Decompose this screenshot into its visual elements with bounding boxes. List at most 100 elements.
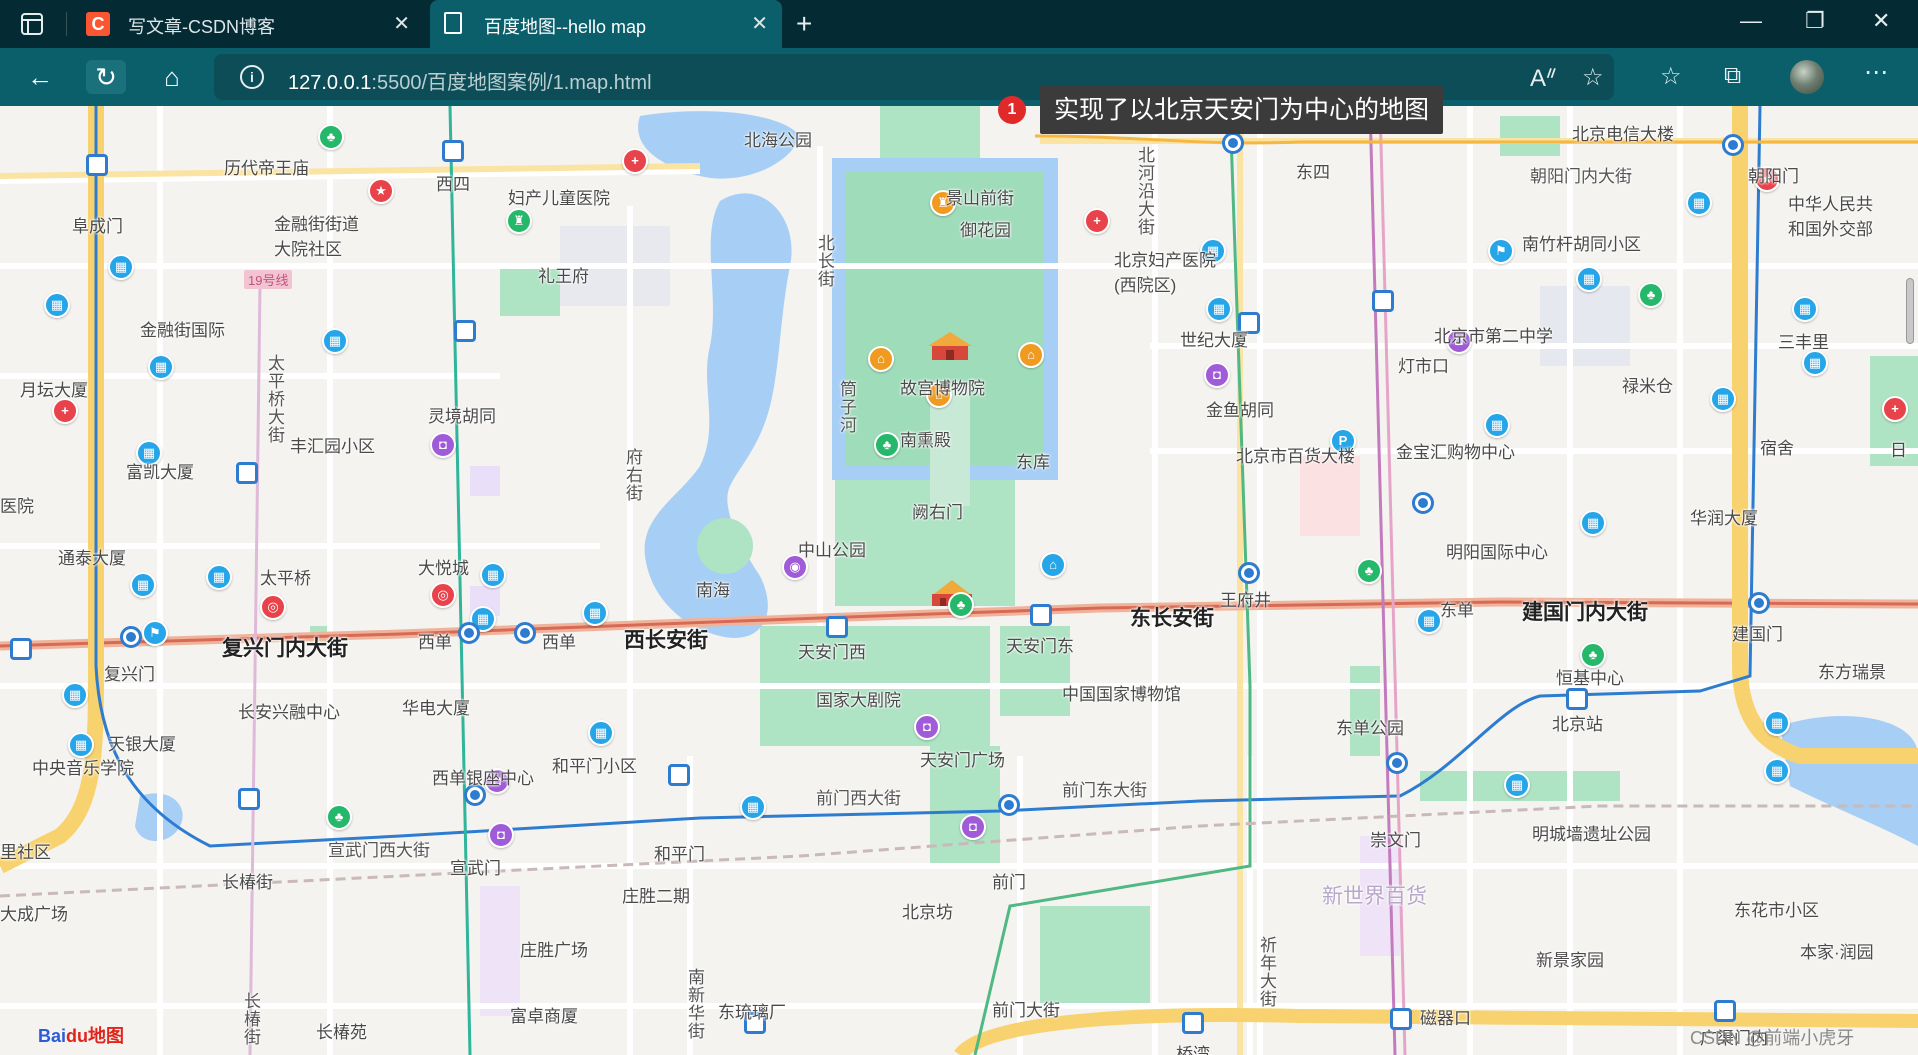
place-label: 新世界百货 (1322, 885, 1427, 908)
shopping-icon[interactable]: ◘ (1204, 362, 1230, 388)
avatar[interactable] (1790, 60, 1824, 94)
hospital-icon[interactable]: + (622, 148, 648, 174)
close-icon[interactable]: ✕ (751, 11, 768, 36)
subway-station-icon[interactable] (458, 622, 480, 644)
building-icon[interactable]: ▦ (62, 682, 88, 708)
url-text[interactable]: 127.0.0.1:5500/百度地图案例/1.map.html (288, 66, 652, 95)
subway-station-icon[interactable] (998, 794, 1020, 816)
building-icon[interactable]: ▦ (1416, 608, 1442, 634)
tab-csdn[interactable]: C 写文章-CSDN博客 ✕ (74, 0, 424, 48)
building-icon[interactable]: ▦ (480, 562, 506, 588)
subway-station-icon[interactable] (1722, 134, 1744, 156)
bus-stop-icon[interactable] (1182, 1012, 1204, 1034)
building-icon[interactable]: ▦ (108, 254, 134, 280)
building-icon[interactable]: ▦ (322, 328, 348, 354)
hospital-icon[interactable]: + (1882, 396, 1908, 422)
favorites-icon[interactable]: ☆ (1660, 62, 1682, 91)
building-icon[interactable]: ▦ (130, 572, 156, 598)
place-label: 南竹杆胡同小区 (1522, 235, 1641, 254)
minimize-icon[interactable]: — (1740, 8, 1762, 34)
building-icon[interactable]: ▦ (1686, 190, 1712, 216)
park-icon[interactable]: ♣ (326, 804, 352, 830)
place-label: 里社区 (0, 843, 51, 862)
close-icon[interactable]: ✕ (393, 11, 410, 36)
subway-station-icon[interactable] (1386, 752, 1408, 774)
school-icon[interactable]: ⚑ (1488, 238, 1514, 264)
park-icon[interactable]: ♣ (874, 432, 900, 458)
bus-stop-icon[interactable] (1030, 604, 1052, 626)
more-icon[interactable]: ⋯ (1864, 58, 1888, 87)
building-icon[interactable]: ▦ (1206, 296, 1232, 322)
building-icon[interactable]: ▦ (148, 354, 174, 380)
building-icon[interactable]: ▦ (206, 564, 232, 590)
map-zoom-handle[interactable] (1906, 278, 1914, 344)
target-icon[interactable]: ◎ (260, 594, 286, 620)
road-label: 太平桥大街 (265, 354, 284, 444)
bus-stop-icon[interactable] (236, 462, 258, 484)
building-icon[interactable]: ▦ (582, 600, 608, 626)
hospital-icon[interactable]: + (1084, 208, 1110, 234)
subway-station-icon[interactable] (1238, 562, 1260, 584)
bus-stop-icon[interactable] (1714, 1000, 1736, 1022)
bus-stop-icon[interactable] (1390, 1008, 1412, 1030)
building-icon[interactable]: ▦ (1504, 772, 1530, 798)
star-icon[interactable]: ★ (368, 178, 394, 204)
building-icon[interactable]: ▦ (1710, 386, 1736, 412)
close-window-icon[interactable]: ✕ (1872, 8, 1890, 34)
restore-icon[interactable]: ❐ (1805, 8, 1825, 34)
shopping-icon[interactable]: ◘ (914, 714, 940, 740)
bus-stop-icon[interactable] (10, 638, 32, 660)
back-icon[interactable]: ← (20, 60, 60, 94)
building-icon[interactable]: ▦ (1792, 296, 1818, 322)
add-favorite-icon[interactable]: ☆ (1582, 63, 1604, 92)
museum-icon[interactable]: ⌂ (868, 346, 894, 372)
building-icon[interactable]: ▦ (740, 794, 766, 820)
building-icon[interactable]: ▦ (1764, 710, 1790, 736)
building-icon[interactable]: ▦ (1580, 510, 1606, 536)
building-icon[interactable]: ▦ (44, 292, 70, 318)
shopping-icon[interactable]: ◘ (430, 432, 456, 458)
bus-stop-icon[interactable] (454, 320, 476, 342)
bus-stop-icon[interactable] (1566, 688, 1588, 710)
tab-actions-button[interactable] (14, 10, 50, 38)
hospital-icon[interactable]: + (52, 398, 78, 424)
shopping-icon[interactable]: ◘ (488, 822, 514, 848)
subway-station-icon[interactable] (120, 626, 142, 648)
refresh-icon[interactable]: ↻ (86, 60, 126, 94)
museum-icon[interactable]: ⌂ (1040, 552, 1066, 578)
bus-stop-icon[interactable] (668, 764, 690, 786)
map-canvas[interactable]: ♣ + ★ ♜ ♜ + ▦ ▦ ⚑ ▦ ♣ ▦ ★ ▦ ▦ ▦ ▦ + ▦ ◘ … (0, 106, 1918, 1055)
tab-hello-map[interactable]: 百度地图--hello map ✕ (430, 0, 782, 48)
bus-stop-icon[interactable] (826, 616, 848, 638)
target-icon[interactable]: ◎ (430, 582, 456, 608)
museum-icon[interactable]: ⌂ (1018, 342, 1044, 368)
building-icon[interactable]: ▦ (588, 720, 614, 746)
subway-station-icon[interactable] (1412, 492, 1434, 514)
shopping-icon[interactable]: ◘ (960, 814, 986, 840)
place-label: 天安门东 (1006, 637, 1074, 656)
park-icon[interactable]: ♣ (948, 592, 974, 618)
park-icon[interactable]: ♣ (1356, 558, 1382, 584)
park-icon[interactable]: ♣ (1638, 282, 1664, 308)
home-icon[interactable]: ⌂ (152, 60, 192, 94)
building-icon[interactable]: ▦ (1764, 758, 1790, 784)
school-icon[interactable]: ⚑ (142, 620, 168, 646)
subway-station-icon[interactable] (1748, 592, 1770, 614)
attraction-icon[interactable]: ♜ (506, 208, 532, 234)
baidu-map-logo[interactable]: Baidu地图 (38, 1022, 124, 1048)
bus-stop-icon[interactable] (442, 140, 464, 162)
bus-stop-icon[interactable] (86, 154, 108, 176)
collections-icon[interactable]: ⧉ (1724, 62, 1741, 90)
bus-stop-icon[interactable] (1372, 290, 1394, 312)
new-tab-icon[interactable]: + (796, 8, 812, 40)
building-icon[interactable]: ▦ (1576, 266, 1602, 292)
info-icon[interactable]: i (240, 65, 264, 89)
read-aloud-icon[interactable]: Aᐥ (1530, 64, 1557, 93)
subway-station-icon[interactable] (1222, 132, 1244, 154)
building-icon[interactable]: ▦ (1802, 350, 1828, 376)
bus-stop-icon[interactable] (238, 788, 260, 810)
place-label: 北京站 (1552, 715, 1603, 734)
building-icon[interactable]: ▦ (1484, 412, 1510, 438)
subway-station-icon[interactable] (514, 622, 536, 644)
park-icon[interactable]: ♣ (318, 124, 344, 150)
